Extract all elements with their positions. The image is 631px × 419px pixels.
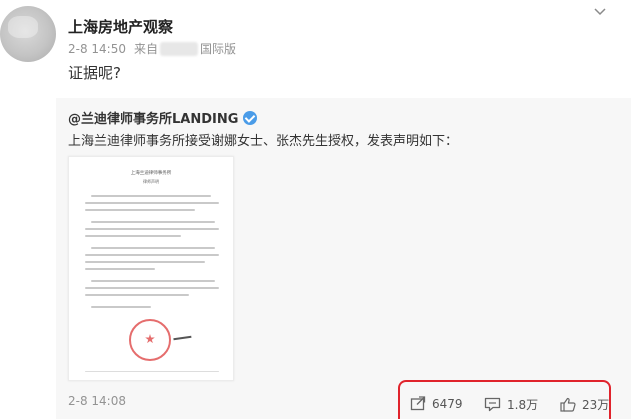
repost-author[interactable]: @兰迪律师事务所LANDING <box>68 108 258 127</box>
repost-text: 上海兰迪律师事务所接受谢娜女士、张杰先生授权，发表声明如下： <box>68 134 459 149</box>
post-time[interactable]: 2-8 14:50 <box>68 42 126 56</box>
post-username[interactable]: 上海房地产观察 <box>68 16 173 37</box>
verified-badge-icon <box>243 110 258 125</box>
comment-button[interactable]: 1.8万 <box>484 396 538 413</box>
repost-time[interactable]: 2-8 14:08 <box>68 394 126 408</box>
document-text-line <box>91 247 215 249</box>
repost-count: 6479 <box>432 396 463 411</box>
document-text-line <box>85 235 181 237</box>
document-text-line <box>85 261 205 263</box>
document-text-line <box>85 209 195 211</box>
post-source-suffix: 国际版 <box>200 42 237 56</box>
thumbs-up-icon <box>560 397 582 412</box>
repost-icon <box>410 396 432 411</box>
document-text-line <box>91 280 215 282</box>
post-source-prefix: 来自 <box>134 42 159 56</box>
document-text-line <box>85 202 219 204</box>
redacted-source <box>160 41 199 56</box>
like-button[interactable]: 23万 <box>560 396 609 413</box>
avatar[interactable] <box>0 6 56 62</box>
document-text-line <box>91 221 215 223</box>
post-text: 证据呢? <box>68 64 121 82</box>
comment-icon <box>484 397 507 412</box>
document-subtitle: 律师声明 <box>143 179 159 184</box>
document-text-line <box>91 306 151 308</box>
document-image[interactable]: 上海兰迪律师事务所 律师声明 <box>68 156 234 381</box>
document-footer-line <box>85 371 219 372</box>
document-text-line <box>85 287 219 289</box>
chevron-down-icon[interactable] <box>592 4 608 18</box>
document-text-line <box>85 254 219 256</box>
repost-button[interactable]: 6479 <box>410 396 463 411</box>
weibo-post-card: 上海房地产观察 2-8 14:50 来自 国际版 证据呢? @兰迪律师事务所LA… <box>0 0 631 419</box>
document-text-line <box>85 268 155 270</box>
document-text-line <box>85 228 219 230</box>
repost-author-name[interactable]: @兰迪律师事务所LANDING <box>68 108 238 127</box>
document-title: 上海兰迪律师事务所 <box>130 171 172 176</box>
red-seal-stamp <box>129 319 171 361</box>
post-meta: 2-8 14:50 来自 国际版 <box>68 40 236 57</box>
document-text-line <box>85 294 189 296</box>
like-count: 23万 <box>582 398 610 412</box>
comment-count: 1.8万 <box>507 398 539 412</box>
document-text-line <box>91 195 211 197</box>
reposted-content[interactable]: @兰迪律师事务所LANDING 上海兰迪律师事务所接受谢娜女士、张杰先生授权，发… <box>56 98 631 419</box>
signature-mark <box>172 329 192 341</box>
